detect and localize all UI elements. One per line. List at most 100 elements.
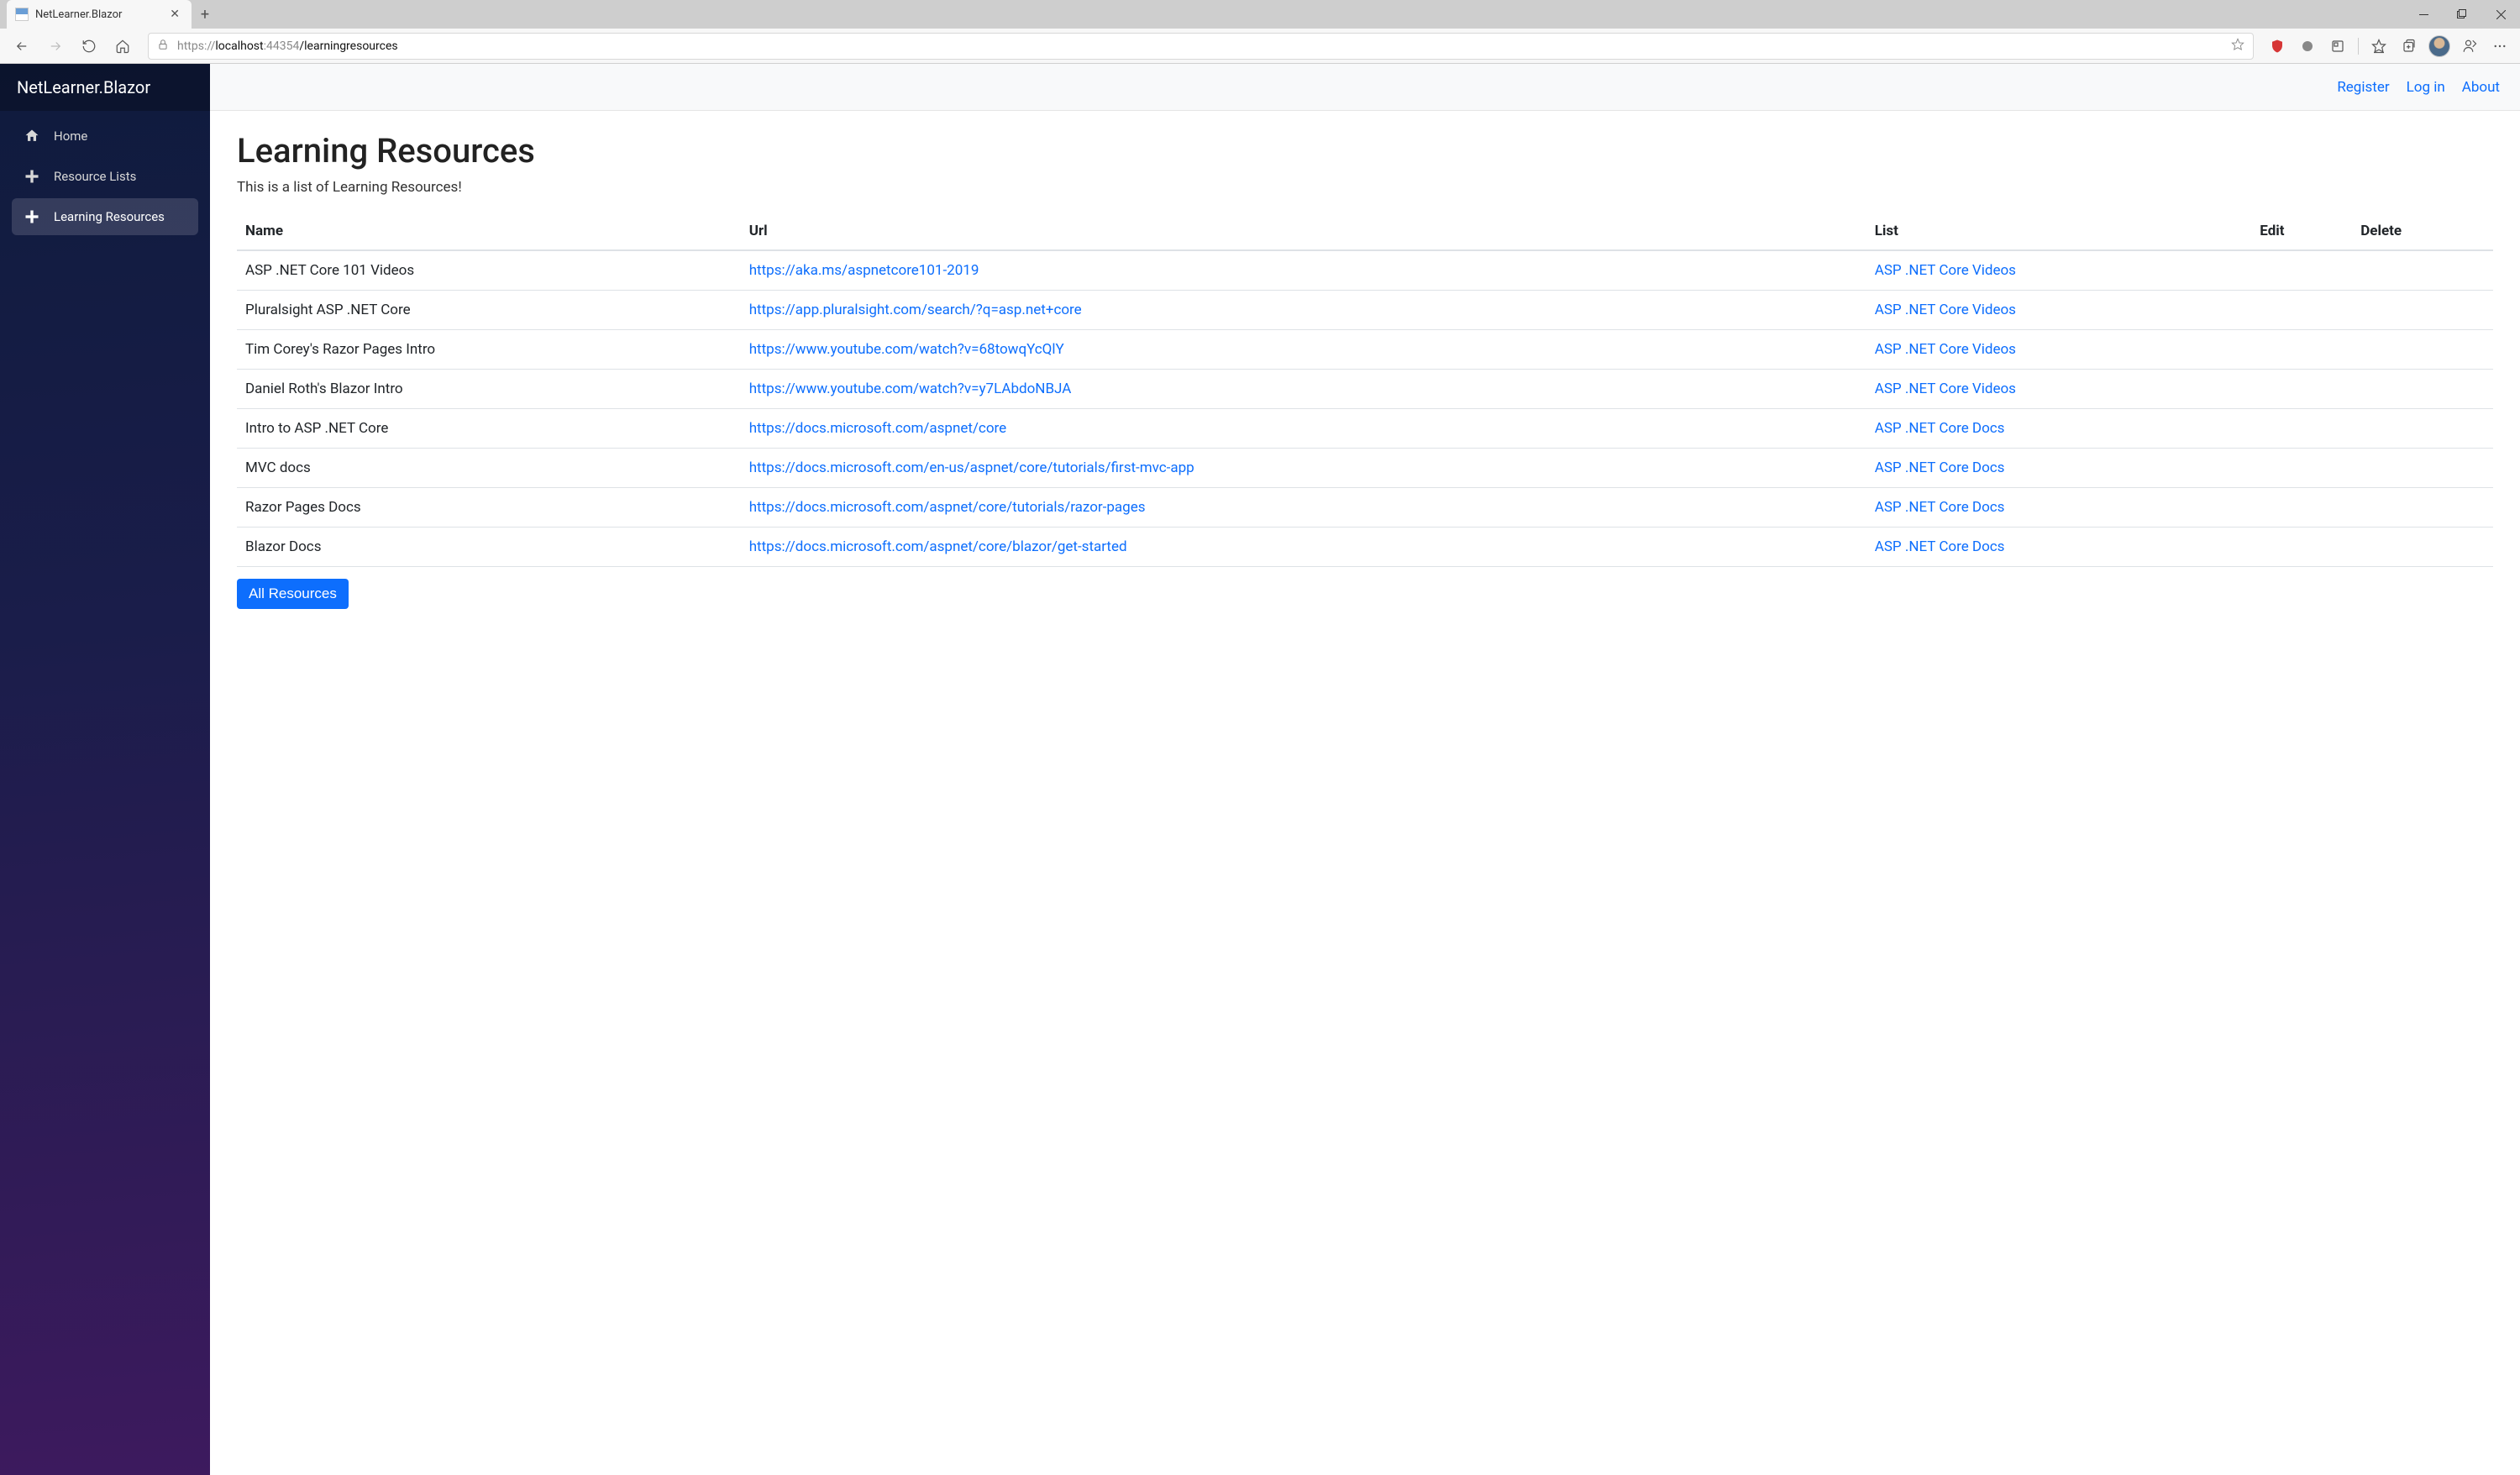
browser-tab-strip: NetLearner.Blazor ✕ + xyxy=(0,0,2520,29)
cell-url: https://docs.microsoft.com/aspnet/core/b… xyxy=(741,528,1866,567)
collections-icon[interactable] xyxy=(2396,33,2423,60)
sidebar-item-label: Resource Lists xyxy=(54,169,136,184)
sidebar-item-learning-resources[interactable]: Learning Resources xyxy=(12,198,198,235)
cell-list: ASP .NET Core Docs xyxy=(1866,409,2252,449)
main-content: Register Log in About Learning Resources… xyxy=(210,64,2520,1475)
resource-list-link[interactable]: ASP .NET Core Videos xyxy=(1875,381,2016,397)
resource-list-link[interactable]: ASP .NET Core Videos xyxy=(1875,302,2016,318)
table-header-row: Name Url List Edit Delete xyxy=(237,213,2493,250)
back-button[interactable] xyxy=(7,31,37,61)
resource-url-link[interactable]: https://docs.microsoft.com/aspnet/core xyxy=(749,420,1006,437)
sidebar-item-label: Home xyxy=(54,129,87,144)
forward-button[interactable] xyxy=(40,31,71,61)
cell-name: Razor Pages Docs xyxy=(237,488,741,528)
resource-url-link[interactable]: https://docs.microsoft.com/en-us/aspnet/… xyxy=(749,459,1194,476)
feedback-icon[interactable] xyxy=(2456,33,2483,60)
col-delete: Delete xyxy=(2352,213,2493,250)
resource-url-link[interactable]: https://docs.microsoft.com/aspnet/core/t… xyxy=(749,499,1146,516)
cell-delete xyxy=(2352,528,2493,567)
table-row: ASP .NET Core 101 Videoshttps://aka.ms/a… xyxy=(237,250,2493,291)
home-icon xyxy=(24,128,40,144)
cell-list: ASP .NET Core Videos xyxy=(1866,370,2252,409)
lock-icon xyxy=(157,38,169,54)
cell-delete xyxy=(2352,250,2493,291)
cell-name: Blazor Docs xyxy=(237,528,741,567)
close-tab-button[interactable]: ✕ xyxy=(166,8,183,21)
minimize-button[interactable] xyxy=(2404,0,2443,29)
cell-name: Pluralsight ASP .NET Core xyxy=(237,291,741,330)
page-content: Learning Resources This is a list of Lea… xyxy=(210,111,2520,629)
col-url: Url xyxy=(741,213,1866,250)
cell-name: Intro to ASP .NET Core xyxy=(237,409,741,449)
about-link[interactable]: About xyxy=(2462,79,2500,96)
resource-list-link[interactable]: ASP .NET Core Videos xyxy=(1875,262,2016,279)
col-edit: Edit xyxy=(2251,213,2352,250)
resource-url-link[interactable]: https://app.pluralsight.com/search/?q=as… xyxy=(749,302,1082,318)
cell-list: ASP .NET Core Docs xyxy=(1866,488,2252,528)
table-row: Blazor Docs https://docs.microsoft.com/as… xyxy=(237,528,2493,567)
favorite-button[interactable] xyxy=(2231,38,2244,55)
table-row: MVC docs https://docs.microsoft.com/en-us… xyxy=(237,449,2493,488)
resource-list-link[interactable]: ASP .NET Core Videos xyxy=(1875,341,2016,358)
plus-icon xyxy=(24,168,40,185)
sidebar-item-label: Learning Resources xyxy=(54,209,165,224)
address-bar[interactable]: https://localhost:44354/learningresource… xyxy=(148,33,2254,60)
cell-list: ASP .NET Core Videos xyxy=(1866,330,2252,370)
resource-list-link[interactable]: ASP .NET Core Docs xyxy=(1875,499,2005,516)
cell-url: https://www.youtube.com/watch?v=68towqYc… xyxy=(741,330,1866,370)
sidebar: NetLearner.Blazor Home Resource Lists Le… xyxy=(0,64,210,1475)
resource-list-link[interactable]: ASP .NET Core Docs xyxy=(1875,420,2005,437)
table-row: Daniel Roth's Blazor Introhttps://www.yo… xyxy=(237,370,2493,409)
tab-title: NetLearner.Blazor xyxy=(35,8,160,21)
extension-ublock-icon[interactable] xyxy=(2264,33,2291,60)
cell-edit xyxy=(2251,449,2352,488)
cell-delete xyxy=(2352,449,2493,488)
browser-tab[interactable]: NetLearner.Blazor ✕ xyxy=(7,0,192,29)
page-title: Learning Resources xyxy=(237,131,2493,171)
sidebar-item-resource-lists[interactable]: Resource Lists xyxy=(12,158,198,195)
all-resources-button[interactable]: All Resources xyxy=(237,579,349,609)
cell-edit xyxy=(2251,330,2352,370)
maximize-button[interactable] xyxy=(2443,0,2481,29)
page-subtitle: This is a list of Learning Resources! xyxy=(237,179,2493,196)
app-root: NetLearner.Blazor Home Resource Lists Le… xyxy=(0,64,2520,1475)
reading-view-icon[interactable] xyxy=(2324,33,2351,60)
favorites-icon[interactable] xyxy=(2365,33,2392,60)
cell-edit xyxy=(2251,488,2352,528)
cell-url: https://docs.microsoft.com/aspnet/core/t… xyxy=(741,488,1866,528)
cell-url: https://docs.microsoft.com/en-us/aspnet/… xyxy=(741,449,1866,488)
cell-name: MVC docs xyxy=(237,449,741,488)
cell-edit xyxy=(2251,291,2352,330)
extension-generic-icon[interactable] xyxy=(2294,33,2321,60)
register-link[interactable]: Register xyxy=(2337,79,2389,96)
cell-delete xyxy=(2352,291,2493,330)
cell-edit xyxy=(2251,409,2352,449)
cell-edit xyxy=(2251,370,2352,409)
cell-delete xyxy=(2352,409,2493,449)
sidebar-item-home[interactable]: Home xyxy=(12,118,198,155)
home-button[interactable] xyxy=(108,31,138,61)
table-row: Tim Corey's Razor Pages Introhttps://www… xyxy=(237,330,2493,370)
table-row: Pluralsight ASP .NET Core https://app.plu… xyxy=(237,291,2493,330)
cell-delete xyxy=(2352,370,2493,409)
resource-url-link[interactable]: https://www.youtube.com/watch?v=68towqYc… xyxy=(749,341,1064,358)
table-row: Intro to ASP .NET Core https://docs.micro… xyxy=(237,409,2493,449)
resource-url-link[interactable]: https://docs.microsoft.com/aspnet/core/b… xyxy=(749,538,1127,555)
resource-list-link[interactable]: ASP .NET Core Docs xyxy=(1875,538,2005,555)
cell-url: https://aka.ms/aspnetcore101-2019 xyxy=(741,250,1866,291)
profile-avatar[interactable] xyxy=(2426,33,2453,60)
resource-url-link[interactable]: https://aka.ms/aspnetcore101-2019 xyxy=(749,262,979,279)
login-link[interactable]: Log in xyxy=(2407,79,2445,96)
refresh-button[interactable] xyxy=(74,31,104,61)
col-list: List xyxy=(1866,213,2252,250)
window-controls xyxy=(2404,0,2520,29)
cell-list: ASP .NET Core Docs xyxy=(1866,449,2252,488)
resource-url-link[interactable]: https://www.youtube.com/watch?v=y7LAbdoN… xyxy=(749,381,1072,397)
topbar: Register Log in About xyxy=(210,64,2520,111)
close-window-button[interactable] xyxy=(2481,0,2520,29)
cell-url: https://app.pluralsight.com/search/?q=as… xyxy=(741,291,1866,330)
more-menu-button[interactable] xyxy=(2486,33,2513,60)
resource-list-link[interactable]: ASP .NET Core Docs xyxy=(1875,459,2005,476)
sidebar-nav: Home Resource Lists Learning Resources xyxy=(0,111,210,245)
new-tab-button[interactable]: + xyxy=(192,0,218,29)
